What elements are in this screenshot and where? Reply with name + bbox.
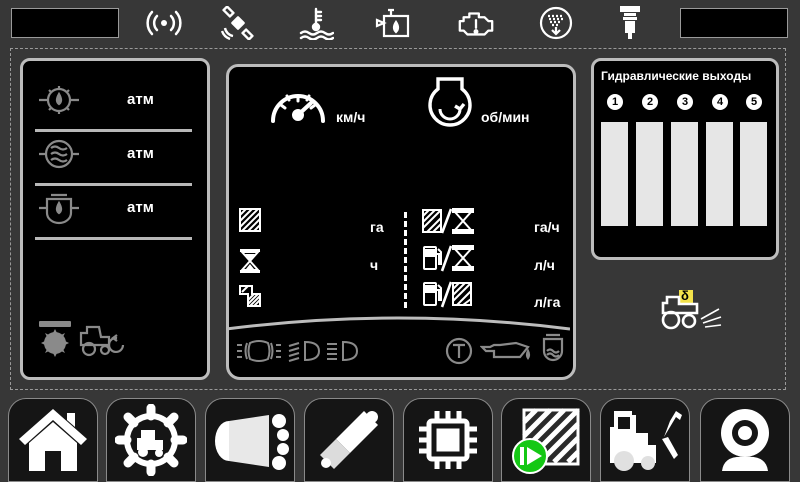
engine-warning-icon: [456, 4, 496, 42]
satellite-icon: [218, 4, 258, 42]
top-right-display: [680, 8, 788, 38]
tractor-status-indicator: δ: [659, 287, 723, 333]
engine-gear-icon: [37, 319, 73, 364]
fuel-tank-icon: [374, 4, 414, 42]
fuel-per-hour-unit: л/ч: [534, 257, 555, 273]
processor-icon: [419, 411, 477, 469]
area-icon: [239, 208, 261, 237]
home-icon: [19, 409, 87, 471]
fuel-per-area-unit: л/га: [534, 294, 561, 310]
pressure-row-3: атм: [37, 191, 193, 227]
area-per-hour-unit: га/ч: [534, 219, 560, 235]
hydraulic-output-bar-3[interactable]: [671, 122, 698, 226]
filter-icon: [536, 4, 576, 42]
trailer-brake-icon: [445, 337, 473, 370]
top-left-display: [11, 8, 119, 38]
hydraulic-oil-icon: [538, 333, 568, 368]
pressure-row-2: атм: [37, 137, 193, 173]
hydraulic-cylinder-icon: [320, 411, 378, 469]
pressure-panel: атм атм атм: [20, 58, 210, 380]
tractor-reverse-icon: [79, 323, 127, 362]
high-beam-icon: [325, 339, 361, 368]
camera-button[interactable]: [700, 398, 790, 482]
hydraulic-output-bar-5[interactable]: [740, 122, 767, 226]
parking-lights-icon: [235, 339, 283, 368]
field-play-icon: [512, 408, 580, 474]
fuel-per-area-icon: [422, 280, 476, 313]
partial-area-icon: [239, 285, 261, 312]
area-unit: га: [370, 219, 384, 235]
hydraulic-outputs-panel: Гидравлические выходы 1 2 3 4 5: [591, 58, 779, 260]
divider: [35, 183, 192, 186]
oil-level-icon: [479, 339, 532, 368]
rpm-icon: [424, 75, 476, 136]
hydraulic-output-number: 1: [607, 94, 623, 110]
speedometer-icon: [267, 77, 329, 134]
tractor-wrench-icon: [610, 411, 682, 471]
main-area: атм атм атм км/ч об/мин га ч га/ч л/ч л/…: [10, 48, 786, 390]
tractor-settings-button[interactable]: [106, 398, 196, 482]
tractor-service-button[interactable]: [600, 398, 690, 482]
fuel-per-hour-icon: [422, 244, 476, 277]
hydraulic-cylinder-button[interactable]: [304, 398, 394, 482]
hydraulic-outputs-title: Гидравлические выходы: [601, 69, 752, 83]
center-panel: км/ч об/мин га ч га/ч л/ч л/га: [225, 64, 576, 380]
hydraulic-output-number: 5: [746, 94, 762, 110]
transmission-pressure-icon: [37, 137, 81, 176]
pressure-unit-3: атм: [127, 199, 154, 216]
time-unit: ч: [370, 257, 379, 273]
pressure-row-1: атм: [37, 83, 193, 119]
status-strip-divider: [225, 311, 571, 331]
pressure-unit-1: атм: [127, 91, 154, 108]
hydraulic-output-bar-1[interactable]: [601, 122, 628, 226]
area-per-hour-icon: [422, 208, 476, 239]
speed-unit: км/ч: [336, 109, 366, 125]
hydraulic-output-bar-2[interactable]: [636, 122, 663, 226]
hydraulic-output-number: 3: [677, 94, 693, 110]
sensor-icon: [610, 4, 650, 42]
hourglass-icon: [239, 248, 261, 279]
engine-oil-pressure-icon: [37, 83, 81, 122]
hydraulic-pressure-icon: [37, 191, 81, 230]
home-button[interactable]: [8, 398, 98, 482]
column-divider: [404, 212, 407, 308]
tractor-gear-icon: [115, 404, 187, 476]
delta-symbol: δ: [681, 288, 689, 303]
pressure-unit-2: атм: [127, 145, 154, 162]
low-beam-icon: [287, 339, 323, 368]
hydraulic-output-bar-4[interactable]: [706, 122, 733, 226]
webcam-icon: [721, 409, 769, 471]
field-start-button[interactable]: [501, 398, 591, 482]
coolant-temperature-icon: [296, 4, 336, 42]
hydraulic-output-number: 2: [642, 94, 658, 110]
hydraulic-output-number: 4: [712, 94, 728, 110]
rpm-unit: об/мин: [481, 109, 530, 125]
divider: [35, 237, 192, 240]
radio-signal-icon: [144, 4, 184, 42]
spray-button[interactable]: [205, 398, 295, 482]
divider: [35, 129, 192, 132]
processor-button[interactable]: [403, 398, 493, 482]
spray-nozzle-icon: [215, 414, 289, 470]
